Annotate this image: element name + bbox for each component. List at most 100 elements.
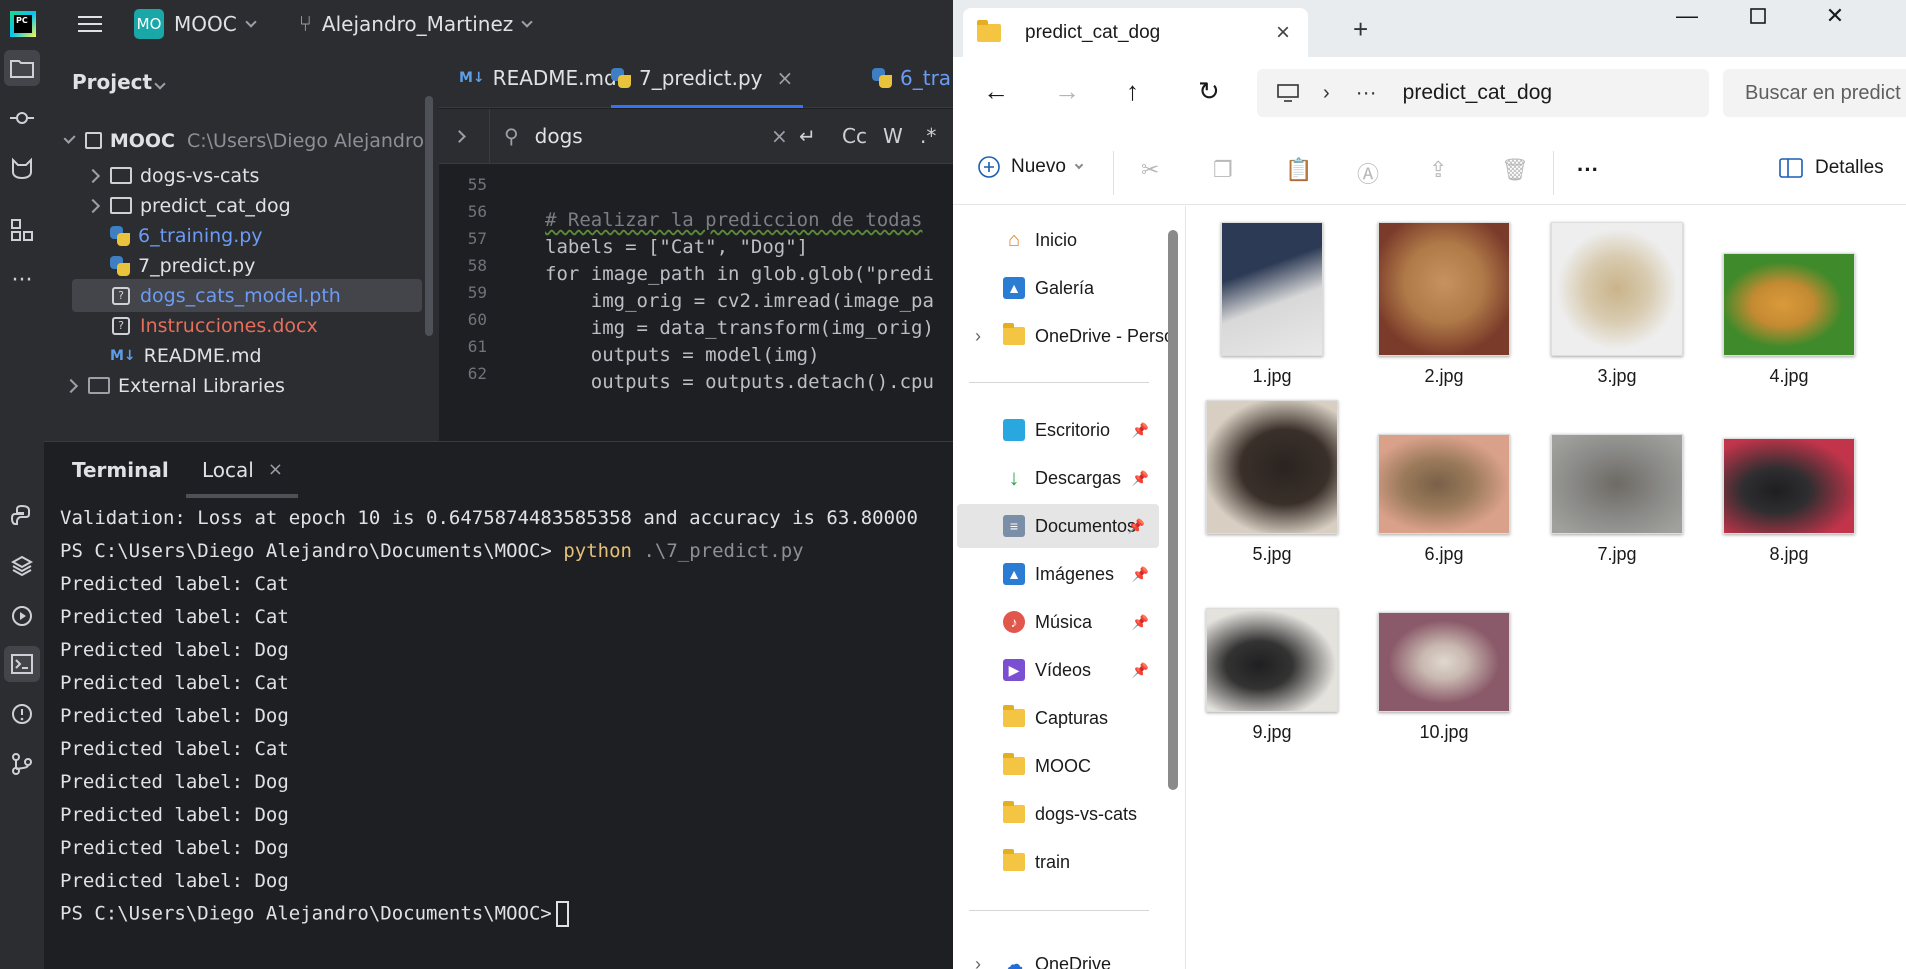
file-item[interactable]: 7.jpg — [1531, 400, 1703, 565]
navigation-scrollbar[interactable] — [1168, 230, 1178, 790]
project-panel-title[interactable]: Project — [72, 70, 152, 94]
code-line[interactable]: labels = ["Cat", "Dog"] — [545, 236, 808, 258]
terminal-title[interactable]: Terminal — [72, 442, 169, 497]
file-item[interactable]: 2.jpg — [1358, 222, 1530, 387]
file-item[interactable]: 1.jpg — [1186, 222, 1358, 387]
tab-6-training[interactable]: 6_tra — [872, 48, 951, 108]
tab-7-predict[interactable]: 7_predict.py × — [611, 48, 804, 108]
tree-item-6-training[interactable]: 6_training.py — [44, 219, 424, 252]
file-item[interactable]: 4.jpg — [1703, 222, 1875, 387]
nav-item-onedrive[interactable]: › ☁ OneDrive — [953, 942, 1163, 969]
file-item[interactable]: 3.jpg — [1531, 222, 1703, 387]
pin-icon[interactable]: 📌 — [1132, 422, 1149, 439]
share-icon[interactable]: ⇪ — [1429, 157, 1447, 183]
breadcrumb-more[interactable]: ··· — [1356, 81, 1377, 105]
tree-item-external-libraries[interactable]: External Libraries — [44, 369, 424, 402]
breadcrumb-current[interactable]: predict_cat_dog — [1403, 81, 1552, 105]
project-switcher[interactable]: MOOC — [174, 12, 237, 36]
refresh-icon[interactable]: ↻ — [1198, 76, 1220, 107]
project-scrollbar[interactable] — [425, 96, 433, 336]
tree-item-mooc[interactable]: MOOC C:\Users\Diego Alejandro — [44, 124, 424, 157]
main-menu-icon[interactable] — [78, 16, 102, 32]
more-options-icon[interactable]: ··· — [1577, 157, 1599, 183]
forward-arrow-icon[interactable]: → — [1054, 76, 1080, 107]
nav-item-imagenes[interactable]: ▲ Imágenes 📌 — [953, 552, 1163, 596]
nav-item-inicio[interactable]: ⌂ Inicio — [953, 218, 1163, 262]
file-item[interactable]: 8.jpg — [1703, 400, 1875, 565]
close-window-icon[interactable]: ✕ — [1805, 0, 1865, 32]
terminal-input-line[interactable]: PS C:\Users\Diego Alejandro\Documents\MO… — [60, 901, 569, 927]
pin-icon[interactable]: 📌 — [1128, 518, 1145, 535]
code-line[interactable]: outputs = model(img) — [545, 344, 820, 366]
paste-icon[interactable]: 📋 — [1285, 157, 1312, 183]
nav-item-musica[interactable]: ♪ Música 📌 — [953, 600, 1163, 644]
file-item[interactable]: 9.jpg — [1186, 578, 1358, 743]
chevron-down-icon[interactable] — [521, 16, 533, 28]
close-tab-icon[interactable]: × — [777, 66, 794, 90]
file-item[interactable]: 5.jpg — [1186, 400, 1358, 565]
new-button[interactable]: Nuevo — [977, 155, 1084, 179]
nav-item-descargas[interactable]: ↓ Descargas 📌 — [953, 456, 1163, 500]
close-tab-icon[interactable]: × — [1276, 19, 1290, 47]
nav-item-documentos[interactable]: ≡ Documentos 📌 — [957, 504, 1159, 548]
rename-icon[interactable]: Ⓐ — [1357, 157, 1379, 189]
tree-item-model-pth[interactable]: ? dogs_cats_model.pth — [72, 279, 422, 312]
tree-item-readme[interactable]: M↓ README.md — [44, 339, 424, 372]
pin-icon[interactable]: 📌 — [1132, 470, 1149, 487]
clear-search-icon[interactable]: × — [771, 124, 788, 148]
file-item[interactable]: 6.jpg — [1358, 400, 1530, 565]
structure-icon[interactable] — [4, 212, 40, 248]
tree-item-7-predict[interactable]: 7_predict.py — [44, 249, 424, 282]
minimize-icon[interactable]: — — [1657, 0, 1717, 32]
project-badge[interactable]: MO — [134, 9, 164, 39]
close-tab-icon[interactable]: × — [268, 459, 283, 480]
nav-item-videos[interactable]: ▶ Vídeos 📌 — [953, 648, 1163, 692]
expand-arrow-icon[interactable]: › — [975, 954, 981, 969]
explorer-tab[interactable]: predict_cat_dog × — [963, 8, 1308, 57]
nav-item-train[interactable]: train — [953, 840, 1163, 884]
pin-icon[interactable]: 📌 — [1132, 566, 1149, 583]
match-case-toggle[interactable]: Cc — [842, 124, 867, 148]
more-tools-icon[interactable]: ··· — [4, 262, 40, 298]
tree-item-instrucciones[interactable]: ? Instrucciones.docx — [44, 309, 424, 342]
nav-item-galeria[interactable]: ▲ Galería — [953, 266, 1163, 310]
project-folder-icon[interactable] — [4, 50, 40, 86]
code-line[interactable]: # Realizar la prediccion de todas — [545, 209, 923, 231]
whole-words-toggle[interactable]: W — [883, 124, 903, 148]
code-line[interactable]: for image_path in glob.glob("predi — [545, 263, 934, 285]
pycharm-logo-icon[interactable]: PC — [10, 11, 36, 37]
nav-item-mooc[interactable]: MOOC — [953, 744, 1163, 788]
python-console-icon[interactable] — [4, 498, 40, 534]
expand-arrow-icon[interactable]: › — [975, 326, 981, 347]
expand-arrow-icon[interactable] — [63, 131, 76, 144]
nav-item-onedrive-personal[interactable]: › OneDrive - Perso — [953, 314, 1174, 358]
terminal-tab-local[interactable]: Local × — [202, 442, 283, 497]
pin-icon[interactable]: 📌 — [1132, 614, 1149, 631]
code-line[interactable]: img_orig = cv2.imread(image_pa — [545, 290, 934, 312]
expand-arrow-icon[interactable] — [85, 198, 101, 213]
delete-icon[interactable]: 🗑 — [1501, 157, 1529, 183]
commit-icon[interactable] — [4, 100, 40, 136]
copy-icon[interactable]: ❐ — [1213, 157, 1233, 183]
address-bar[interactable]: › ··· predict_cat_dog — [1257, 69, 1709, 117]
chevron-down-icon[interactable] — [154, 78, 166, 90]
code-line[interactable]: img = data_transform(img_orig) — [545, 317, 934, 339]
expand-replace-icon[interactable] — [453, 129, 466, 143]
search-input[interactable]: dogs — [535, 124, 583, 148]
file-item[interactable]: 10.jpg — [1358, 578, 1530, 743]
up-arrow-icon[interactable]: ↑ — [1126, 76, 1139, 107]
expand-arrow-icon[interactable] — [85, 168, 101, 183]
new-line-icon[interactable]: ↵ — [799, 124, 816, 148]
version-control-icon[interactable] — [4, 746, 40, 782]
cut-icon[interactable]: ✂ — [1141, 157, 1159, 183]
chevron-down-icon[interactable] — [245, 16, 257, 28]
new-tab-icon[interactable]: + — [1353, 14, 1368, 45]
expand-arrow-icon[interactable] — [63, 378, 79, 393]
regex-toggle[interactable]: .* — [920, 124, 936, 148]
tree-item-predict-cat-dog[interactable]: predict_cat_dog — [44, 189, 424, 222]
search-input[interactable]: Buscar en predict — [1723, 69, 1906, 117]
tree-item-dogs-vs-cats[interactable]: dogs-vs-cats — [44, 159, 424, 192]
breadcrumb-chevron-icon[interactable]: › — [1323, 82, 1330, 105]
git-branch-icon[interactable]: ⑂ — [299, 12, 312, 37]
details-button[interactable]: Detalles — [1779, 157, 1884, 179]
